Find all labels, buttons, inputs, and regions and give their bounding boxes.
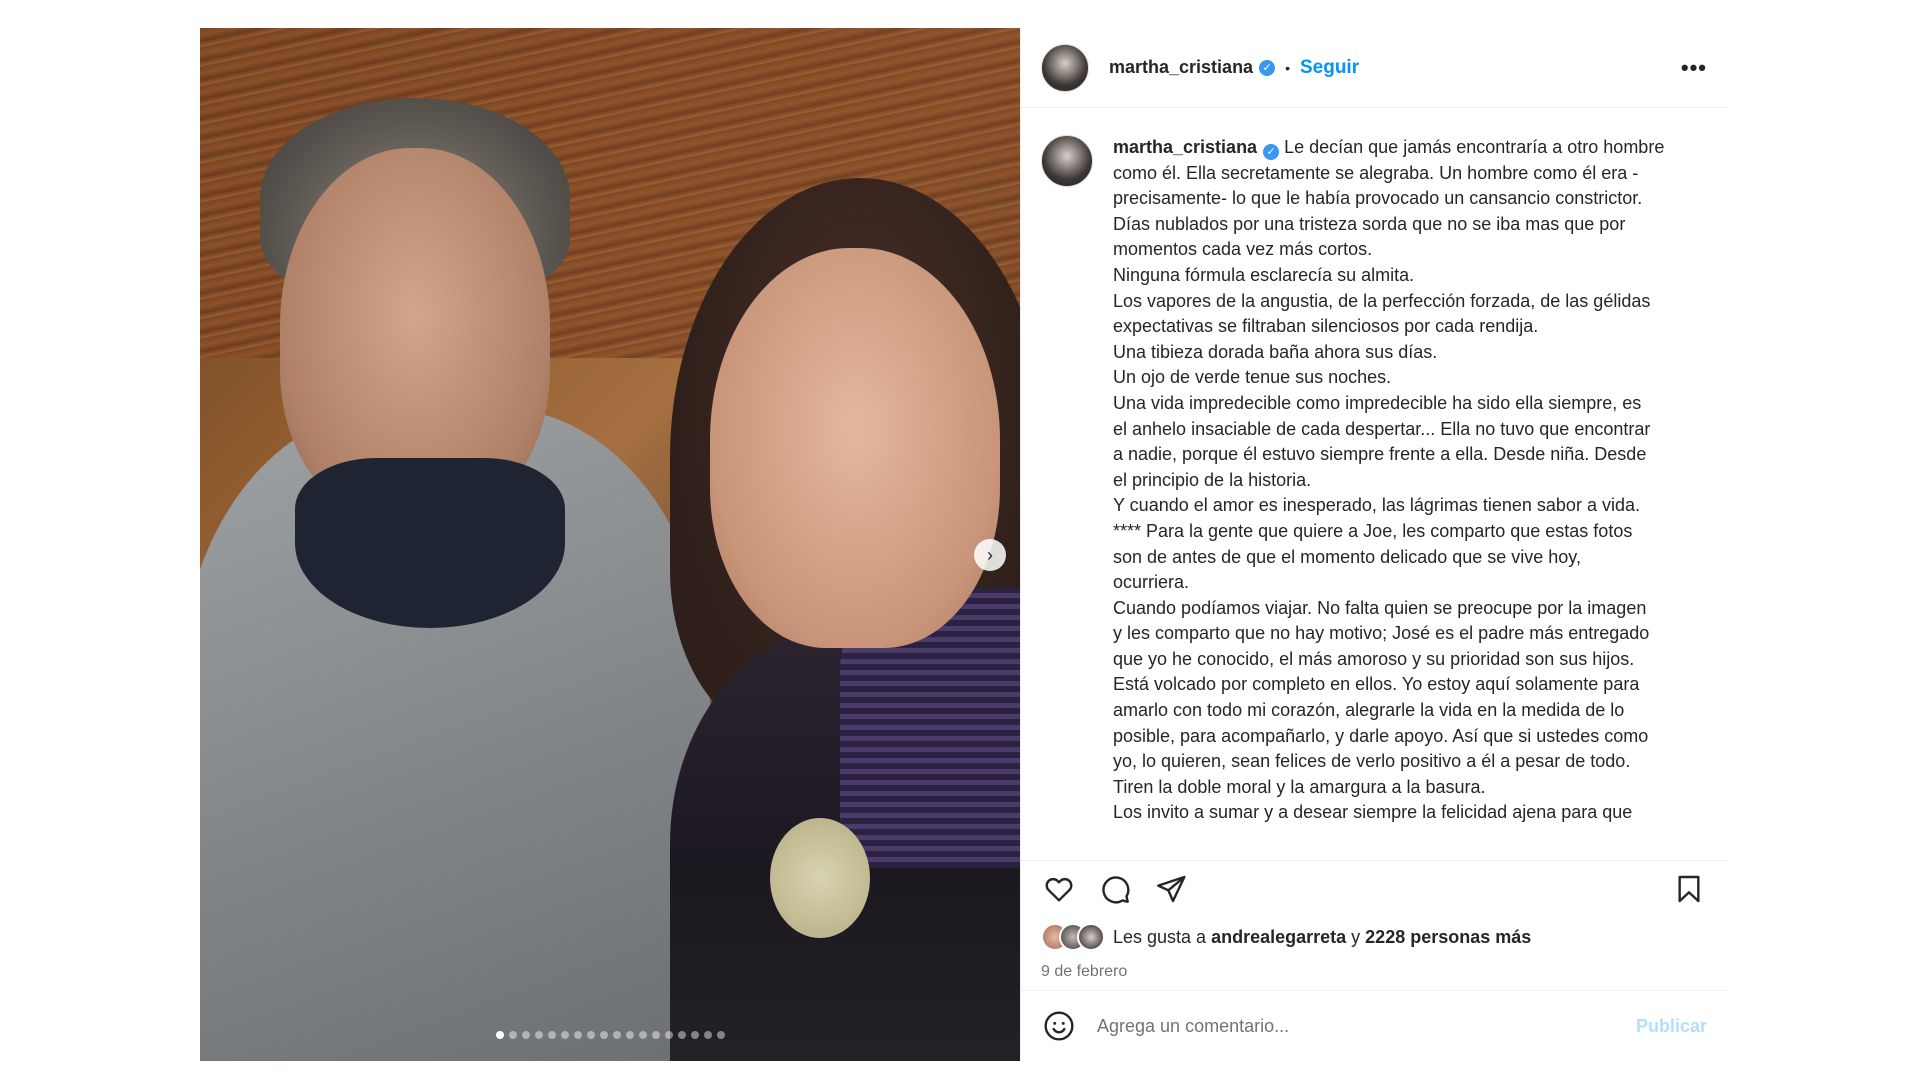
caption-text: martha_cristiana ✓ Le decían que jamás en… [1113, 135, 1707, 859]
caption-line: Días nublados por una tristeza sorda que… [1113, 213, 1626, 234]
caption-line: amarlo con todo mi corazón, alegrarle la… [1113, 700, 1625, 721]
author-username[interactable]: martha_cristiana [1109, 57, 1253, 78]
caption-line: posible, para acompañarlo, y darle apoyo… [1113, 725, 1649, 746]
likes-row: Les gusta a andrealegarreta y 2228 perso… [1041, 923, 1531, 951]
post-header: martha_cristiana ✓ • Seguir ••• [1021, 28, 1727, 108]
caption-line: Y cuando el amor es inesperado, las lágr… [1113, 495, 1640, 516]
caption-line: Tiren la doble moral y la amargura a la … [1113, 776, 1486, 797]
carousel-dot [508, 1031, 517, 1039]
carousel-dot [690, 1031, 699, 1039]
caption-line: momentos cada vez más cortos. [1113, 239, 1373, 260]
likes-prefix: Les gusta a [1113, 926, 1212, 947]
carousel-dot [716, 1031, 725, 1039]
caption-line: Cuando podíamos viajar. No falta quien s… [1113, 597, 1647, 618]
carousel-dot [586, 1031, 595, 1039]
carousel-dot [638, 1031, 647, 1039]
caption-line: que yo he conocido, el más amoroso y su … [1113, 648, 1635, 669]
caption-line: Le decían que jamás encontraría a otro h… [1284, 137, 1665, 157]
likes-text: Les gusta a andrealegarreta y 2228 perso… [1113, 927, 1531, 948]
caption-line: ocurriera. [1113, 572, 1190, 593]
post-sidebar: martha_cristiana ✓ • Seguir ••• martha_c… [1020, 28, 1727, 1061]
publish-button[interactable]: Publicar [1636, 1016, 1707, 1037]
caption-author-avatar[interactable] [1041, 135, 1093, 187]
carousel-dot [547, 1031, 556, 1039]
carousel-dot [625, 1031, 634, 1039]
paper-plane-icon[interactable] [1153, 871, 1189, 907]
carousel-dot [612, 1031, 621, 1039]
liker-username[interactable]: andrealegarreta [1211, 927, 1346, 947]
caption-line: Un ojo de verde tenue sus noches. [1113, 367, 1392, 388]
carousel-dot [599, 1031, 608, 1039]
man-scarf [295, 458, 565, 628]
caption-line: Una tibieza dorada baña ahora sus días. [1113, 341, 1438, 362]
bookmark-icon[interactable] [1671, 871, 1707, 907]
action-bar [1021, 860, 1727, 916]
carousel-next-button[interactable]: › [974, 539, 1006, 571]
caption-line: yo, lo quieren, sean felices de verlo po… [1113, 751, 1631, 772]
verified-badge-icon: ✓ [1259, 59, 1276, 76]
carousel-dots [200, 1031, 1020, 1039]
caption-line: Una vida impredecible como impredecible … [1113, 392, 1642, 413]
caption-line: como él. Ella secretamente se alegraba. … [1113, 162, 1639, 183]
separator-dot: • [1285, 59, 1290, 76]
caption-line: y les comparto que no hay motivo; José e… [1113, 623, 1650, 644]
likes-count[interactable]: 2228 personas más [1365, 927, 1531, 947]
carousel-dot [573, 1031, 582, 1039]
carousel-dot [664, 1031, 673, 1039]
caption-line: a nadie, porque él estuvo siempre frente… [1113, 444, 1647, 465]
carousel-dot [534, 1031, 543, 1039]
caption-line: Ninguna fórmula esclarecía su almita. [1113, 264, 1415, 285]
carousel-dot [703, 1031, 712, 1039]
author-avatar[interactable] [1041, 43, 1089, 92]
comment-input[interactable] [1097, 1015, 1597, 1037]
caption-line: el principio de la historia. [1113, 469, 1312, 490]
woman-face [710, 248, 1000, 648]
caption-line: **** Para la gente que quiere a Joe, les… [1113, 520, 1633, 541]
likes-middle: y [1346, 926, 1366, 947]
post-photo[interactable]: › [200, 28, 1020, 1061]
caption-line: precisamente- lo que le había provocado … [1113, 188, 1643, 209]
follow-button[interactable]: Seguir [1300, 57, 1359, 79]
caption-first-line: martha_cristiana ✓ Le decían que jamás en… [1113, 135, 1707, 161]
caption-line: Está volcado por completo en ellos. Yo e… [1113, 674, 1640, 695]
more-options-icon[interactable]: ••• [1681, 55, 1707, 81]
comment-bar: Publicar [1021, 990, 1727, 1061]
carousel-dot [651, 1031, 660, 1039]
post-date[interactable]: 9 de febrero [1041, 963, 1127, 981]
liker-avatar[interactable] [1077, 923, 1105, 951]
heart-icon[interactable] [1041, 871, 1077, 907]
carousel-dot [677, 1031, 686, 1039]
carousel-dot [560, 1031, 569, 1039]
caption-line: Los invito a sumar y a desear siempre la… [1113, 802, 1633, 823]
caption-line: el anhelo insaciable de cada despertar..… [1113, 418, 1651, 439]
instagram-post: › martha_cristiana ✓ • Seguir ••• martha… [200, 28, 1727, 1061]
carousel-dot [521, 1031, 530, 1039]
caption-line: son de antes de que el momento delicado … [1113, 546, 1581, 567]
verified-badge-icon: ✓ [1263, 144, 1280, 160]
hair-scrunchie [770, 818, 870, 938]
caption-line: Los vapores de la angustia, de la perfec… [1113, 290, 1651, 311]
carousel-dot [495, 1031, 504, 1039]
comment-bubble-icon[interactable] [1097, 871, 1133, 907]
caption-username[interactable]: martha_cristiana [1113, 137, 1257, 157]
smiley-icon[interactable] [1041, 1008, 1077, 1044]
caption-line: expectativas se filtraban silenciosos po… [1113, 316, 1539, 337]
caption-section: martha_cristiana ✓ Le decían que jamás en… [1021, 109, 1727, 859]
chevron-right-icon: › [987, 544, 993, 565]
